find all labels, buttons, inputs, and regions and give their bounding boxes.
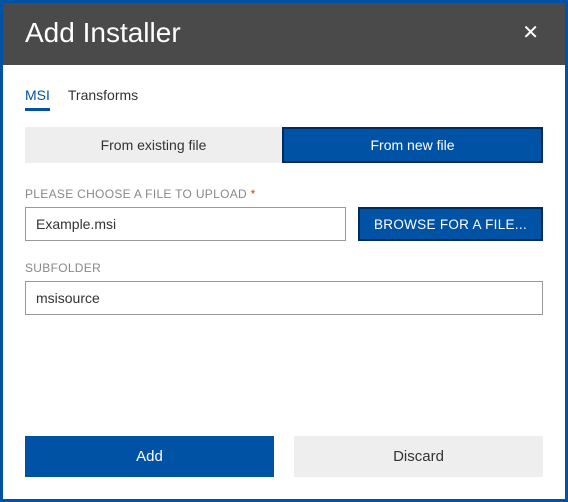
upload-field-group: PLEASE CHOOSE A FILE TO UPLOAD * BROWSE … <box>25 187 543 241</box>
tab-msi[interactable]: MSI <box>25 81 50 111</box>
from-existing-file-button[interactable]: From existing file <box>25 127 282 163</box>
tab-transforms[interactable]: Transforms <box>68 81 138 111</box>
discard-button[interactable]: Discard <box>294 436 543 477</box>
dialog-footer: Add Discard <box>3 418 565 499</box>
upload-label: PLEASE CHOOSE A FILE TO UPLOAD * <box>25 187 543 201</box>
source-toggle: From existing file From new file <box>25 127 543 163</box>
required-indicator: * <box>251 187 256 201</box>
file-row: BROWSE FOR A FILE... <box>25 207 543 241</box>
subfolder-field-group: SUBFOLDER <box>25 261 543 315</box>
from-new-file-button[interactable]: From new file <box>282 127 543 163</box>
upload-label-text: PLEASE CHOOSE A FILE TO UPLOAD <box>25 187 247 201</box>
dialog-title: Add Installer <box>25 17 181 49</box>
close-icon[interactable]: ✕ <box>518 19 543 47</box>
subfolder-label: SUBFOLDER <box>25 261 543 275</box>
add-button[interactable]: Add <box>25 436 274 477</box>
dialog-content: MSI Transforms From existing file From n… <box>3 65 565 418</box>
add-installer-dialog: Add Installer ✕ MSI Transforms From exis… <box>0 0 568 502</box>
tabs: MSI Transforms <box>25 81 543 111</box>
dialog-header: Add Installer ✕ <box>3 3 565 65</box>
file-path-input[interactable] <box>25 207 346 241</box>
browse-file-button[interactable]: BROWSE FOR A FILE... <box>358 207 543 241</box>
subfolder-input[interactable] <box>25 281 543 315</box>
